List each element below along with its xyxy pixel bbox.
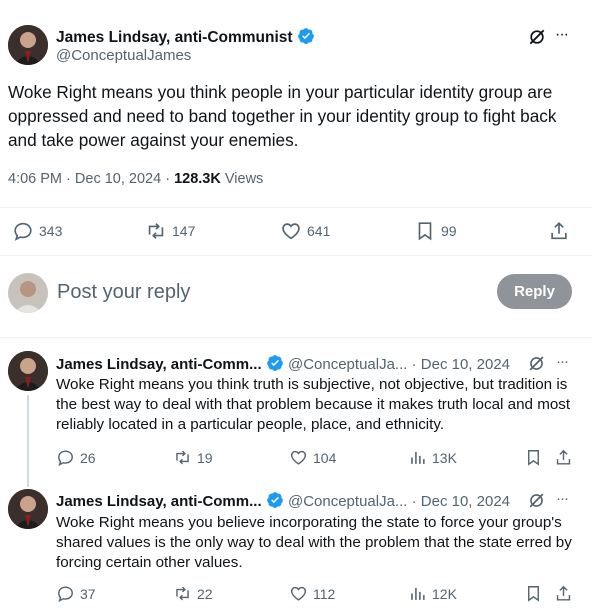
bookmark-action[interactable]: 99	[414, 220, 457, 242]
author-name-row: James Lindsay, anti-Communist	[56, 27, 315, 47]
bookmark-count: 99	[441, 223, 457, 239]
reply-action[interactable]: 343	[12, 220, 62, 242]
heart-icon	[280, 220, 302, 242]
meta-separator: ·	[165, 171, 171, 187]
more-options-icon[interactable]: ···	[555, 26, 569, 44]
reply-button[interactable]: Reply	[497, 274, 572, 309]
meta-separator: ·	[66, 171, 71, 187]
views-action[interactable]: 12K	[408, 584, 457, 603]
reply-handle[interactable]: @ConceptualJa...	[288, 493, 407, 510]
like-count: 641	[307, 223, 331, 239]
divider	[0, 255, 592, 256]
reply-text: Woke Right means you think truth is subj…	[56, 376, 571, 433]
reply-action[interactable]: 26	[56, 448, 96, 467]
divider	[0, 337, 592, 338]
views-chart-icon	[408, 584, 427, 603]
reply-text: Woke Right means you believe incorporati…	[56, 514, 572, 571]
more-options-icon[interactable]: ···	[556, 353, 569, 370]
post-text: Woke Right means you think people in you…	[8, 82, 557, 150]
reply-author-avatar[interactable]	[8, 489, 48, 529]
reply-count: 343	[39, 223, 63, 239]
views-chart-icon	[408, 448, 427, 467]
reply-icon	[56, 448, 75, 467]
like-count: 104	[313, 449, 337, 466]
reply-header: James Lindsay, anti-Comm... @ConceptualJ…	[56, 491, 510, 510]
thread-line	[27, 395, 29, 487]
bookmark-icon	[414, 220, 436, 242]
post-meta: 4:06 PM · Dec 10, 2024 · 128.3K Views	[8, 171, 263, 187]
views-count: 13K	[432, 449, 457, 466]
reply-icon	[56, 584, 75, 603]
repost-action[interactable]: 19	[173, 448, 213, 467]
author-name[interactable]: James Lindsay, anti-Communist	[56, 29, 293, 46]
repost-icon	[173, 584, 192, 603]
repost-icon	[173, 448, 192, 467]
reply-handle[interactable]: @ConceptualJa...	[288, 356, 407, 373]
reply-icon	[12, 220, 34, 242]
author-avatar[interactable]	[8, 25, 48, 65]
user-avatar[interactable]	[8, 273, 48, 313]
repost-count: 19	[197, 449, 213, 466]
reply-action[interactable]: 37	[56, 584, 96, 603]
views-label: Views	[224, 171, 264, 187]
bookmark-icon[interactable]	[524, 584, 543, 603]
share-icon[interactable]	[554, 584, 573, 603]
reply-date[interactable]: · Dec 10, 2024	[412, 493, 510, 510]
grok-icon[interactable]	[527, 27, 547, 47]
verified-badge-icon	[297, 27, 315, 45]
divider	[0, 207, 592, 208]
views-count: 12K	[432, 585, 457, 602]
views-count: 128.3K	[174, 171, 221, 187]
post-time[interactable]: 4:06 PM	[8, 171, 62, 187]
author-handle[interactable]: @ConceptualJames	[56, 47, 191, 64]
verified-badge-icon	[266, 491, 284, 509]
repost-action[interactable]: 22	[173, 584, 213, 603]
views-action[interactable]: 13K	[408, 448, 457, 467]
grok-icon[interactable]	[527, 491, 546, 510]
like-action[interactable]: 112	[289, 584, 335, 603]
verified-badge-icon	[266, 354, 284, 372]
repost-count: 22	[197, 585, 213, 602]
reply-count: 37	[80, 585, 96, 602]
reply-author-name[interactable]: James Lindsay, anti-Comm...	[56, 356, 262, 373]
reply-header: James Lindsay, anti-Comm... @ConceptualJ…	[56, 354, 510, 373]
share-icon[interactable]	[554, 448, 573, 467]
share-icon[interactable]	[548, 220, 570, 242]
grok-icon[interactable]	[527, 354, 546, 373]
heart-icon	[289, 448, 308, 467]
reply-input[interactable]: Post your reply	[57, 281, 190, 304]
reply-author-avatar[interactable]	[8, 351, 48, 391]
reply-date[interactable]: · Dec 10, 2024	[412, 356, 510, 373]
like-action[interactable]: 104	[289, 448, 336, 467]
bookmark-icon[interactable]	[524, 448, 543, 467]
repost-icon	[145, 220, 167, 242]
reply-count: 26	[80, 449, 96, 466]
like-count: 112	[313, 585, 336, 602]
like-action[interactable]: 641	[280, 220, 330, 242]
reply-author-name[interactable]: James Lindsay, anti-Comm...	[56, 493, 262, 510]
post-date[interactable]: Dec 10, 2024	[75, 171, 161, 187]
repost-action[interactable]: 147	[145, 220, 195, 242]
heart-icon	[289, 584, 308, 603]
more-options-icon[interactable]: ···	[556, 490, 569, 507]
repost-count: 147	[172, 223, 196, 239]
